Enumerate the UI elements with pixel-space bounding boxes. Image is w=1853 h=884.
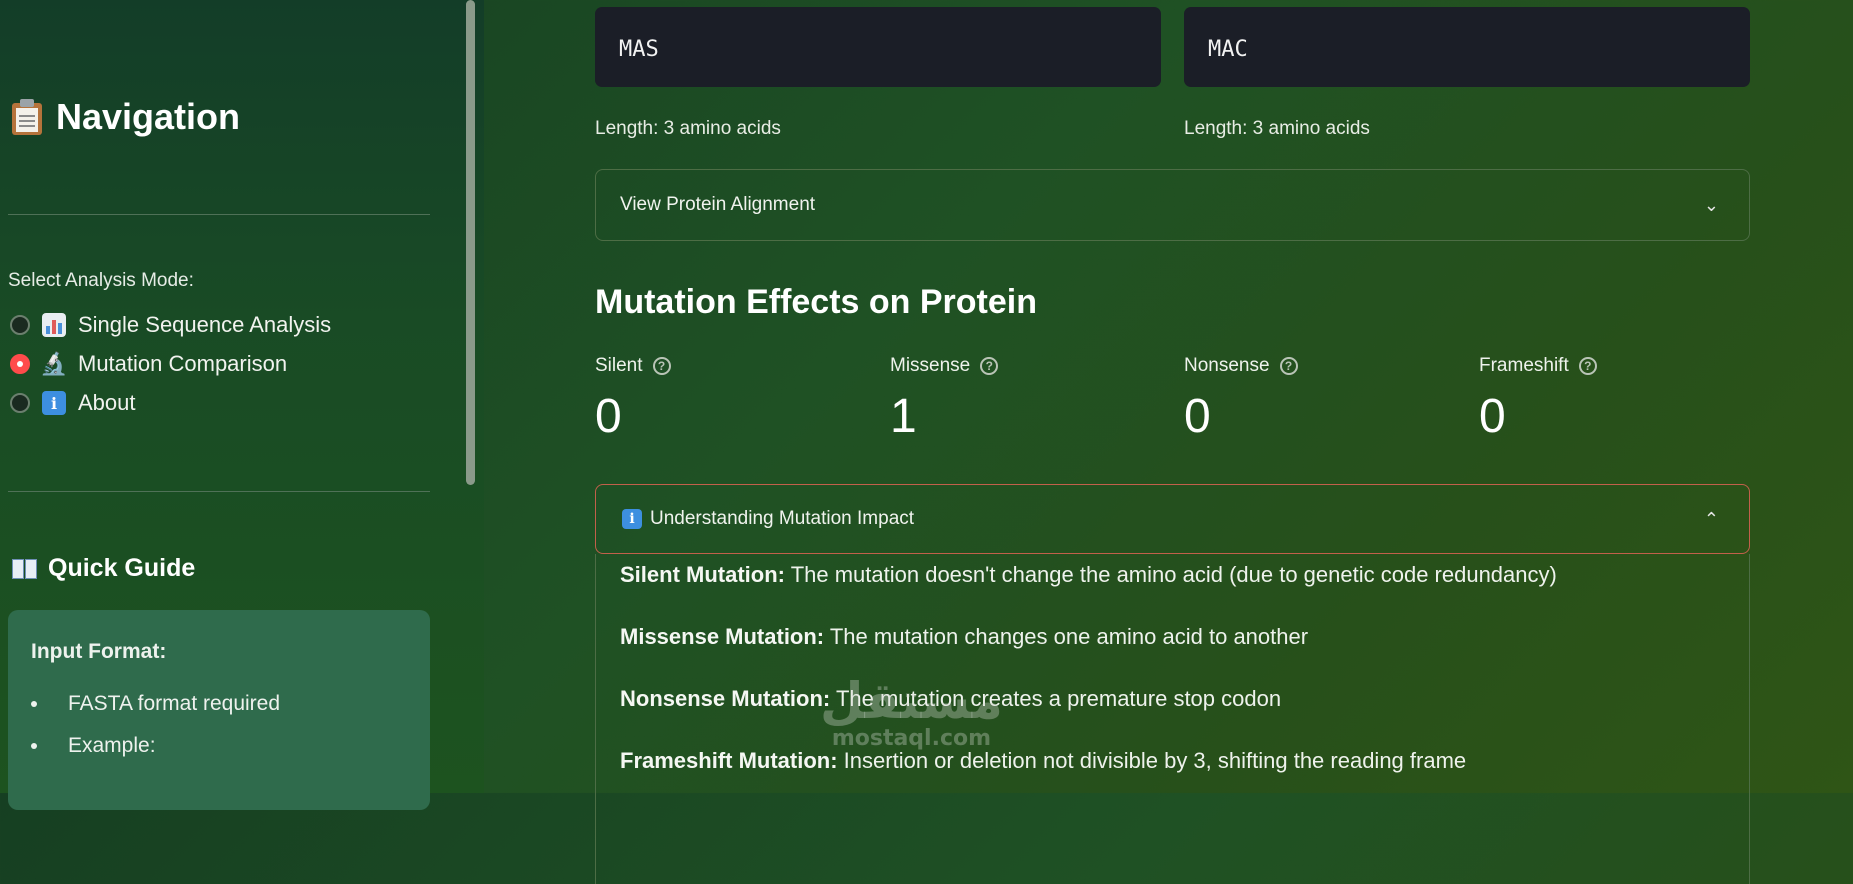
clipboard-icon bbox=[12, 99, 42, 135]
mutation-impact-expander: i Understanding Mutation Impact ⌃ Silent… bbox=[595, 484, 1750, 884]
impact-text: The mutation changes one amino acid to a… bbox=[824, 624, 1309, 649]
microscope-icon: 🔬 bbox=[40, 351, 68, 376]
impact-item: Missense Mutation: The mutation changes … bbox=[620, 624, 1725, 650]
metric-nonsense: Nonsense? 0 bbox=[1184, 355, 1298, 444]
metric-silent: Silent? 0 bbox=[595, 355, 671, 444]
impact-body: Silent Mutation: The mutation doesn't ch… bbox=[595, 554, 1750, 884]
sidebar-divider bbox=[8, 214, 430, 215]
mode-option-mutation-comparison[interactable]: 🔬 Mutation Comparison bbox=[10, 351, 287, 377]
guide-item: FASTA format required bbox=[50, 692, 280, 716]
sidebar-divider bbox=[8, 491, 430, 492]
nav-title-text: Navigation bbox=[56, 96, 241, 137]
sequence-box-original: MAS bbox=[595, 7, 1161, 87]
impact-text: The mutation doesn't change the amino ac… bbox=[784, 562, 1557, 587]
metric-value: 1 bbox=[890, 390, 917, 443]
mode-option-label: About bbox=[78, 390, 136, 415]
impact-title: Understanding Mutation Impact bbox=[650, 508, 915, 529]
radio-button-selected[interactable] bbox=[10, 354, 30, 374]
guide-item: Example: bbox=[50, 734, 280, 758]
length-text: Length: 3 amino acids bbox=[1184, 118, 1370, 139]
metric-label: Silent bbox=[595, 355, 643, 376]
metric-missense: Missense? 1 bbox=[890, 355, 999, 444]
mode-option-single-sequence[interactable]: Single Sequence Analysis bbox=[10, 312, 331, 338]
help-icon[interactable]: ? bbox=[1279, 357, 1298, 375]
section-title: Mutation Effects on Protein bbox=[595, 283, 1037, 321]
radio-button[interactable] bbox=[10, 315, 30, 335]
impact-text: The mutation creates a premature stop co… bbox=[830, 686, 1282, 711]
help-icon[interactable]: ? bbox=[1578, 357, 1597, 375]
impact-item: Frameshift Mutation: Insertion or deleti… bbox=[620, 748, 1725, 774]
info-icon: i bbox=[622, 509, 642, 529]
quick-guide-card: Input Format: FASTA format required Exam… bbox=[8, 610, 430, 810]
protein-alignment-expander[interactable]: View Protein Alignment ⌄ bbox=[595, 169, 1750, 241]
guide-list: FASTA format required Example: bbox=[28, 692, 280, 776]
radio-button[interactable] bbox=[10, 393, 30, 413]
chevron-up-icon[interactable]: ⌃ bbox=[1704, 509, 1719, 530]
mode-option-label: Mutation Comparison bbox=[78, 351, 288, 376]
mode-option-about[interactable]: i About bbox=[10, 390, 136, 416]
impact-term: Frameshift Mutation: bbox=[620, 748, 838, 773]
mutation-impact-header[interactable]: i Understanding Mutation Impact ⌃ bbox=[595, 484, 1750, 554]
impact-term: Nonsense Mutation: bbox=[620, 686, 831, 711]
quick-guide-title: Quick Guide bbox=[12, 554, 195, 583]
open-book-icon bbox=[12, 558, 38, 579]
length-text: Length: 3 amino acids bbox=[595, 118, 781, 139]
guide-heading: Input Format: bbox=[31, 640, 167, 663]
metric-value: 0 bbox=[1184, 390, 1211, 443]
info-icon: i bbox=[42, 391, 66, 415]
sidebar: Navigation Select Analysis Mode: Single … bbox=[0, 0, 484, 810]
bar-chart-icon bbox=[42, 313, 66, 337]
help-icon[interactable]: ? bbox=[652, 357, 671, 375]
sequence-box-mutated: MAC bbox=[1184, 7, 1750, 87]
metric-label: Nonsense bbox=[1184, 355, 1270, 376]
sidebar-scrollbar[interactable] bbox=[466, 0, 475, 485]
impact-term: Silent Mutation: bbox=[620, 562, 785, 587]
metric-label: Missense bbox=[890, 355, 971, 376]
quick-guide-text: Quick Guide bbox=[48, 554, 196, 582]
expander-label: View Protein Alignment bbox=[620, 194, 816, 215]
impact-text: Insertion or deletion not divisible by 3… bbox=[837, 748, 1467, 773]
impact-item: Nonsense Mutation: The mutation creates … bbox=[620, 686, 1725, 712]
metric-value: 0 bbox=[595, 390, 622, 443]
help-icon[interactable]: ? bbox=[980, 357, 999, 375]
impact-term: Missense Mutation: bbox=[620, 624, 825, 649]
mode-option-label: Single Sequence Analysis bbox=[78, 312, 332, 337]
metric-value: 0 bbox=[1479, 390, 1506, 443]
mode-label: Select Analysis Mode: bbox=[8, 270, 194, 291]
metric-frameshift: Frameshift? 0 bbox=[1479, 355, 1597, 444]
impact-item: Silent Mutation: The mutation doesn't ch… bbox=[620, 562, 1725, 588]
chevron-down-icon[interactable]: ⌄ bbox=[1704, 195, 1719, 216]
nav-title: Navigation bbox=[12, 96, 240, 138]
metric-label: Frameshift bbox=[1479, 355, 1569, 376]
